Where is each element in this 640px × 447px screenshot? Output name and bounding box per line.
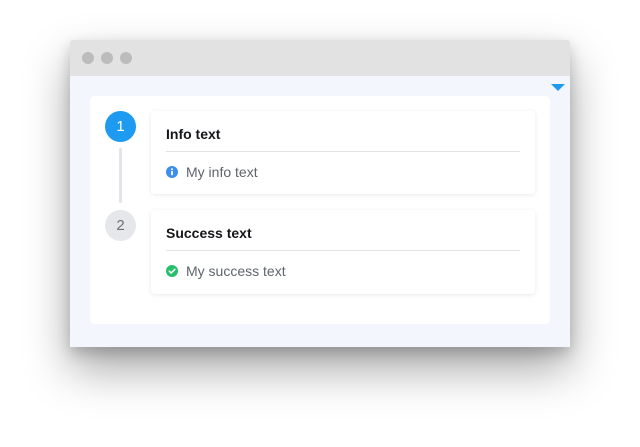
- divider: [166, 250, 520, 251]
- info-message-text: My info text: [186, 164, 258, 180]
- window-titlebar: [70, 40, 570, 76]
- window-close-dot[interactable]: [82, 52, 94, 64]
- step-number-1[interactable]: 1: [105, 111, 136, 142]
- step-card-success: Success text My success text: [151, 210, 535, 294]
- success-message-text: My success text: [186, 263, 286, 279]
- step-connector: [119, 148, 122, 203]
- step-title-info: Info text: [166, 126, 221, 142]
- success-message: My success text: [166, 263, 286, 279]
- step-card-info: Info text My info text: [151, 111, 535, 194]
- info-message: My info text: [166, 164, 258, 180]
- caret-down-icon[interactable]: [551, 84, 565, 91]
- info-icon: [166, 166, 178, 178]
- window-maximize-dot[interactable]: [120, 52, 132, 64]
- step-title-success: Success text: [166, 225, 252, 241]
- step-number-2[interactable]: 2: [105, 210, 136, 241]
- browser-window: 1 2 Info text My info text Success text: [70, 40, 570, 347]
- window-minimize-dot[interactable]: [101, 52, 113, 64]
- stepper-panel: 1 2 Info text My info text Success text: [90, 96, 550, 324]
- divider: [166, 151, 520, 152]
- check-circle-icon: [166, 265, 178, 277]
